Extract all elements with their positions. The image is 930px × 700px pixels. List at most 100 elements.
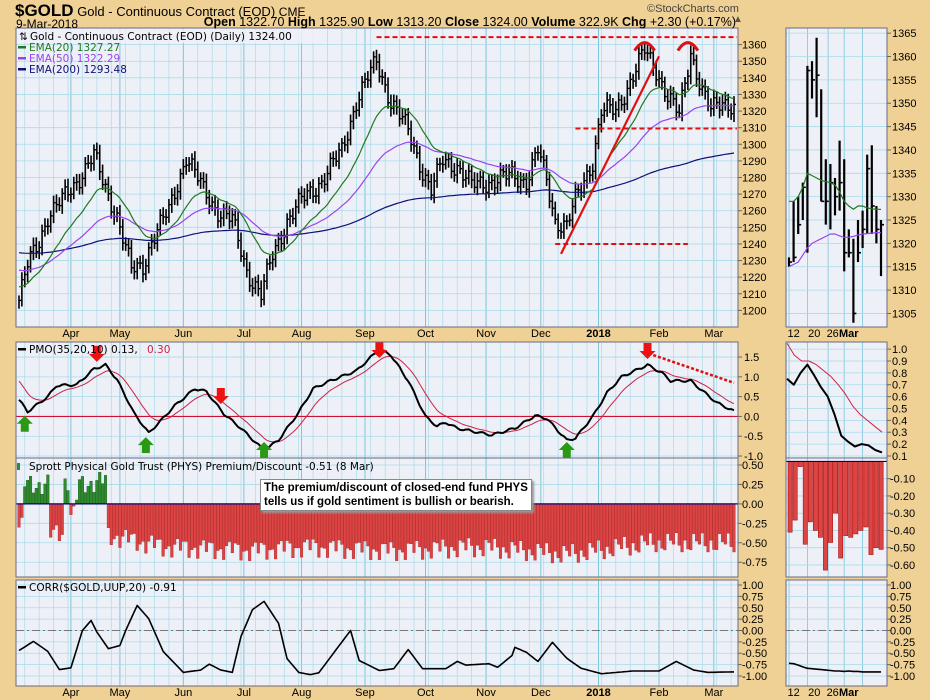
phys-bar bbox=[103, 475, 107, 505]
volume-value: 322.9K bbox=[578, 15, 619, 29]
phys-bar bbox=[599, 503, 603, 551]
phys-bar bbox=[20, 503, 24, 518]
collapse-triangle-icon[interactable]: ▲ bbox=[733, 14, 743, 25]
phys-bar bbox=[634, 503, 638, 551]
phys-bar bbox=[184, 503, 188, 542]
corr-panel-tick-label: 0.00 bbox=[742, 625, 763, 637]
side-phys-bar bbox=[828, 461, 833, 543]
high-value: 1325.90 bbox=[319, 15, 365, 29]
side-pmo-panel-tick-label: 0.2 bbox=[892, 439, 907, 451]
phys-bar bbox=[256, 503, 260, 554]
side-date-label: 12 bbox=[787, 328, 799, 340]
phys-bar bbox=[118, 503, 122, 548]
month-label: Aug bbox=[292, 687, 312, 699]
phys-bar bbox=[729, 503, 733, 547]
phys-bar bbox=[242, 503, 246, 552]
high-label: High bbox=[287, 15, 316, 29]
chart-canvas: 1200121012201230124012501260127012801290… bbox=[15, 27, 916, 699]
phys-bar bbox=[412, 503, 416, 553]
phys-bar bbox=[663, 503, 667, 551]
month-label: Jul bbox=[237, 328, 251, 340]
side-date-label: 26 bbox=[827, 687, 839, 699]
phys-bar bbox=[620, 503, 624, 549]
side-pmo-panel-tick-label: 0.1 bbox=[892, 451, 907, 463]
phys-bar bbox=[343, 503, 347, 559]
phys-bar bbox=[720, 503, 724, 542]
phys-bar bbox=[225, 503, 229, 547]
price-panel-tick-label: 1260 bbox=[742, 206, 766, 218]
side-pmo-panel-tick-label: 0.6 bbox=[892, 392, 907, 404]
ema50-legend-swatch bbox=[18, 57, 26, 60]
phys-bar bbox=[282, 503, 286, 552]
price-panel-tick-label: 1350 bbox=[742, 56, 766, 68]
phys-bar bbox=[697, 503, 701, 545]
phys-bar bbox=[695, 503, 699, 542]
phys-bar bbox=[400, 503, 404, 553]
side-phys-bar bbox=[833, 461, 838, 514]
side-phys-bar bbox=[843, 461, 849, 536]
side-date-label: Mar bbox=[839, 687, 859, 699]
phys-bar bbox=[622, 503, 626, 537]
phys-bar bbox=[666, 503, 670, 534]
phys-bar bbox=[132, 503, 136, 534]
side-pmo-panel-tick-label: 0.3 bbox=[892, 427, 907, 439]
phys-bar bbox=[155, 503, 159, 540]
phys-bar bbox=[29, 476, 33, 505]
phys-bar bbox=[712, 503, 716, 550]
phys-bar bbox=[216, 503, 220, 551]
side-pmo-panel-tick-label: 0.4 bbox=[892, 415, 907, 427]
phys-bar bbox=[248, 503, 252, 561]
phys-bar bbox=[161, 503, 165, 557]
month-label: 2018 bbox=[586, 687, 610, 699]
phys-panel-tick-label: -0.75 bbox=[742, 557, 767, 569]
price-panel-tick-label: 1290 bbox=[742, 156, 766, 168]
price-panel-tick-label: 1270 bbox=[742, 189, 766, 201]
month-label: Aug bbox=[292, 328, 312, 340]
side-date-label: 20 bbox=[808, 687, 820, 699]
phys-bar bbox=[360, 503, 364, 553]
phys-bar bbox=[253, 503, 257, 543]
phys-bar bbox=[207, 503, 211, 543]
chg-label: Chg bbox=[622, 15, 647, 29]
open-value: 1322.70 bbox=[239, 15, 285, 29]
phys-bar bbox=[657, 503, 661, 541]
pmo-legend: PMO(35,20,10) 0.13, bbox=[29, 344, 138, 356]
price-panel-tick-label: 1360 bbox=[742, 40, 766, 52]
phys-bar bbox=[187, 503, 191, 558]
pmo-panel-tick-label: 1.0 bbox=[744, 372, 759, 384]
price-panel-tick-label: 1200 bbox=[742, 305, 766, 317]
month-label: Mar bbox=[704, 328, 723, 340]
phys-bar bbox=[86, 486, 90, 505]
phys-bar bbox=[556, 503, 560, 558]
volume-label: Volume bbox=[531, 15, 576, 29]
phys-bar bbox=[550, 503, 554, 564]
phys-bar bbox=[585, 503, 589, 560]
phys-bar bbox=[158, 503, 162, 540]
phys-bar bbox=[571, 503, 575, 545]
month-label: Sep bbox=[355, 328, 375, 340]
phys-bar bbox=[83, 492, 87, 505]
month-label: May bbox=[110, 328, 131, 340]
phys-bar bbox=[135, 503, 139, 551]
phys-bar bbox=[386, 503, 390, 554]
phys-bar bbox=[689, 503, 693, 551]
side-corr-panel-tick-label: 0.00 bbox=[890, 625, 911, 637]
phys-bar bbox=[153, 503, 157, 548]
phys-bar bbox=[706, 503, 710, 553]
phys-bar bbox=[141, 503, 145, 542]
phys-bar bbox=[23, 486, 27, 505]
side-phys-bar bbox=[787, 461, 793, 533]
phys-bar bbox=[210, 503, 214, 544]
phys-bar bbox=[530, 503, 534, 556]
phys-bar bbox=[190, 503, 194, 550]
side-price-panel-tick-label: 1345 bbox=[892, 122, 916, 134]
price-panel-tick-label: 1280 bbox=[742, 173, 766, 185]
month-label: Oct bbox=[417, 328, 434, 340]
phys-bar bbox=[533, 503, 537, 561]
phys-bar bbox=[106, 503, 110, 528]
phys-bar bbox=[31, 492, 35, 505]
side-phys-bar bbox=[802, 461, 808, 545]
corr-panel-tick-label: -1.00 bbox=[742, 671, 767, 683]
phys-bar bbox=[568, 503, 572, 557]
annotation-line-1: The premium/discount of closed-end fund … bbox=[264, 482, 528, 494]
